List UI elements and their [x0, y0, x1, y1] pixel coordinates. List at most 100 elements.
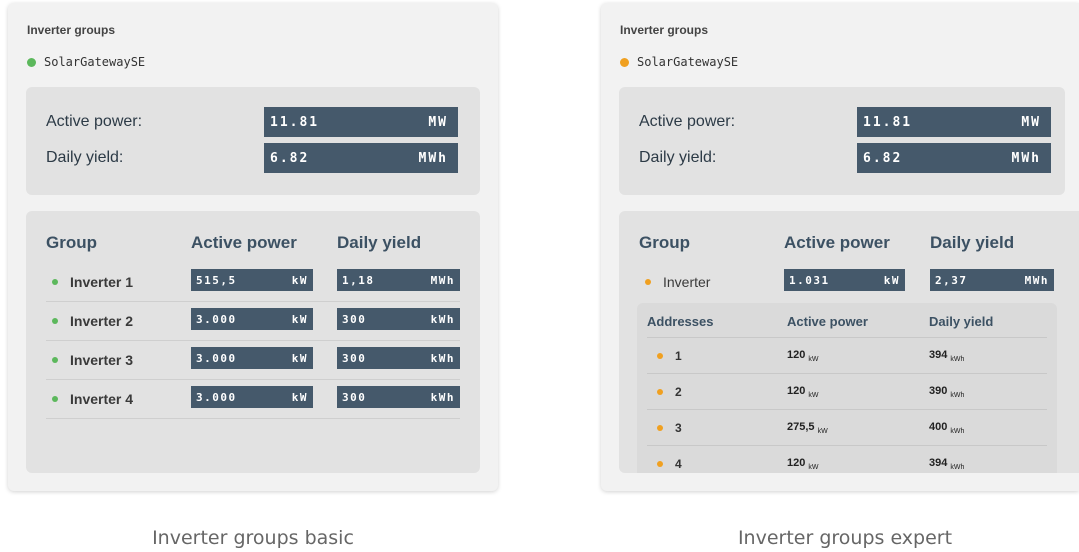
row-name: Inverter 3 [52, 352, 133, 368]
table-row[interactable]: Inverter 1 515,5 kW 1,18 MWh [46, 263, 460, 302]
address-yield-value: 390 [929, 385, 948, 397]
caption-expert: Inverter groups expert [737, 527, 953, 549]
address-row[interactable]: 1 120 kW 394 kWh [647, 337, 1047, 373]
power-box: 1.031 kW [784, 269, 905, 291]
address-yield-unit: kWh [950, 356, 965, 364]
address-power-unit: kW [808, 392, 819, 400]
daily-yield-row: Daily yield: 6.82 MWh [639, 143, 1051, 173]
address-yield-value: 394 [929, 349, 948, 361]
inverter-groups-basic-card: Inverter groups SolarGatewaySE Active po… [8, 3, 498, 491]
power-value: 515,5 [196, 273, 237, 287]
inverter-name: Inverter 4 [70, 391, 134, 407]
yield-value: 300 [342, 312, 367, 326]
active-power-value-box: 11.81 MW [857, 107, 1051, 137]
status-dot-icon [52, 357, 58, 363]
power-unit: kW [291, 273, 308, 287]
card-title: Inverter groups [620, 23, 709, 37]
power-box: 3.000 kW [191, 347, 313, 369]
address-row[interactable]: 2 120 kW 390 kWh [647, 373, 1047, 409]
power-value: 3.000 [196, 351, 237, 365]
yield-unit: kWh [430, 390, 455, 404]
yield-value: 300 [342, 390, 367, 404]
address-row[interactable]: 3 275,5 kW 400 kWh [647, 409, 1047, 445]
address-power: 120 kW [787, 349, 819, 363]
inverter-name: Inverter [663, 274, 711, 290]
active-power-value: 11.81 [270, 114, 320, 130]
gateway-status[interactable]: SolarGatewaySE [27, 55, 145, 69]
table-row[interactable]: Inverter 2 3.000 kW 300 kWh [46, 302, 460, 341]
col-header-active-power: Active power [191, 233, 297, 252]
yield-value: 1,18 [342, 273, 375, 287]
address-power-unit: kW [808, 464, 819, 472]
daily-yield-row: Daily yield: 6.82 MWh [46, 143, 458, 173]
status-dot-icon [645, 279, 651, 285]
address-row[interactable]: 4 120 kW 394 kWh [647, 445, 1047, 473]
status-dot-icon [52, 318, 58, 324]
daily-yield-value-box: 6.82 MWh [264, 143, 458, 173]
address-yield-unit: kWh [950, 428, 965, 436]
power-value: 1.031 [789, 273, 830, 287]
table-row[interactable]: Inverter 4 3.000 kW 300 kWh [46, 380, 460, 419]
col-header-address-active-power: Active power [787, 314, 868, 329]
row-name: Inverter 2 [52, 313, 133, 329]
group-table: Group Active power Daily yield Inverter … [619, 211, 1079, 473]
address-yield: 394 kWh [929, 349, 964, 363]
col-header-daily-yield: Daily yield [930, 233, 1015, 252]
table-row[interactable]: Inverter 1.031 kW 2,37 MWh [639, 263, 1059, 301]
address-id: 4 [675, 457, 682, 471]
power-unit: kW [883, 273, 900, 287]
gateway-name: SolarGatewaySE [637, 55, 739, 69]
active-power-label: Active power: [46, 113, 143, 130]
address-power-unit: kW [817, 428, 828, 436]
inverter-name: Inverter 3 [70, 352, 134, 368]
active-power-value-box: 11.81 MW [264, 107, 458, 137]
power-box: 3.000 kW [191, 308, 313, 330]
yield-box: 2,37 MWh [930, 269, 1054, 291]
address-power-value: 275,5 [787, 421, 815, 433]
address-id: 3 [675, 421, 682, 435]
power-value: 3.000 [196, 312, 237, 326]
address-id-cell: 2 [657, 385, 682, 399]
power-unit: kW [291, 312, 308, 326]
power-unit: kW [291, 390, 308, 404]
address-power: 275,5 kW [787, 421, 828, 435]
active-power-row: Active power: 11.81 MW [639, 107, 1051, 137]
active-power-row: Active power: 11.81 MW [46, 107, 458, 137]
daily-yield-value: 6.82 [863, 150, 903, 166]
daily-yield-label: Daily yield: [46, 149, 124, 166]
table-row[interactable]: Inverter 3 3.000 kW 300 kWh [46, 341, 460, 380]
gateway-name: SolarGatewaySE [44, 55, 146, 69]
active-power-value: 11.81 [863, 114, 913, 130]
col-header-group: Group [639, 233, 690, 252]
status-dot-icon [657, 461, 663, 467]
status-dot-icon [620, 57, 629, 67]
power-box: 3.000 kW [191, 386, 313, 408]
yield-box: 300 kWh [337, 347, 460, 369]
row-name: Inverter 4 [52, 391, 133, 407]
yield-value: 300 [342, 351, 367, 365]
caption-basic: Inverter groups basic [152, 527, 354, 549]
yield-unit: kWh [430, 351, 455, 365]
power-value: 3.000 [196, 390, 237, 404]
summary-panel: Active power: 11.81 MW Daily yield: 6.82… [26, 87, 480, 195]
address-id-cell: 4 [657, 457, 682, 471]
status-dot-icon [657, 425, 663, 431]
daily-yield-label: Daily yield: [639, 149, 717, 166]
addresses-panel: Addresses Active power Daily yield 1 120… [637, 303, 1057, 473]
address-yield: 400 kWh [929, 421, 964, 435]
inverter-groups-expert-card: Inverter groups SolarGatewaySE Active po… [601, 3, 1079, 491]
inverter-name: Inverter 1 [70, 274, 134, 290]
yield-unit: kWh [430, 312, 455, 326]
gateway-status[interactable]: SolarGatewaySE [620, 55, 738, 69]
active-power-unit: MW [428, 114, 448, 130]
status-dot-icon [657, 389, 663, 395]
yield-box: 300 kWh [337, 386, 460, 408]
row-name: Inverter 1 [52, 274, 133, 290]
yield-box: 1,18 MWh [337, 269, 460, 291]
address-power-value: 120 [787, 457, 806, 469]
status-dot-icon [27, 57, 36, 67]
summary-panel: Active power: 11.81 MW Daily yield: 6.82… [619, 87, 1065, 195]
power-box: 515,5 kW [191, 269, 313, 291]
col-header-address-daily-yield: Daily yield [929, 314, 994, 329]
daily-yield-value: 6.82 [270, 150, 310, 166]
